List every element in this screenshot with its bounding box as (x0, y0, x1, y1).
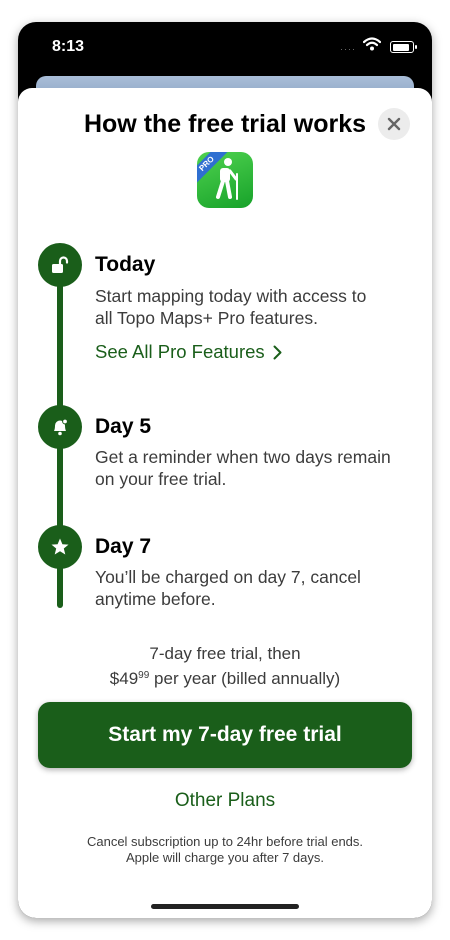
step-today-description: Start mapping today with access to all T… (95, 285, 425, 329)
step-today-line-2: all Topo Maps+ Pro features. (95, 308, 318, 328)
step-day5-badge (38, 405, 82, 449)
close-button[interactable] (378, 108, 410, 140)
pricing-line-1: 7-day free trial, then (149, 644, 301, 663)
see-all-pro-features-link[interactable]: See All Pro Features (95, 341, 282, 363)
pricing-line-2: $4999 per year (billed annually) (18, 665, 432, 690)
step-day7-description: You’ll be charged on day 7, cancel anyti… (95, 566, 425, 610)
fine-print-line-2: Apple will charge you after 7 days. (126, 850, 324, 865)
pricing-summary: 7-day free trial, then $4999 per year (b… (18, 643, 432, 690)
step-day7-line-1: You’ll be charged on day 7, cancel (95, 567, 361, 587)
see-all-pro-features-label: See All Pro Features (95, 341, 265, 362)
step-today-line-1: Start mapping today with access to (95, 286, 367, 306)
other-plans-link[interactable]: Other Plans (18, 790, 432, 812)
star-icon (51, 538, 69, 555)
home-indicator[interactable] (151, 904, 299, 909)
app-icon: PRO (197, 152, 253, 208)
step-day5-line-2: on your free trial. (95, 469, 227, 489)
trial-sheet: How the free trial works PRO Today Start… (18, 88, 432, 918)
step-today-title: Today (95, 253, 156, 276)
wifi-icon (362, 37, 382, 56)
battery-icon (390, 41, 417, 53)
status-time: 8:13 (52, 38, 85, 55)
price-cents: 99 (138, 670, 150, 681)
status-bar: 8:13 ···· (18, 22, 432, 72)
step-day7-badge (38, 525, 82, 569)
step-day7-title: Day 7 (95, 535, 152, 558)
close-icon (387, 117, 401, 131)
fine-print-line-1: Cancel subscription up to 24hr before tr… (86, 834, 364, 849)
step-today-badge (38, 243, 82, 287)
phone-screen: 8:13 ···· How the free trial works PRO T… (18, 22, 432, 918)
step-day5-title: Day 5 (95, 415, 152, 438)
start-free-trial-button[interactable]: Start my 7-day free trial (38, 702, 412, 768)
fine-print: Cancel subscription up to 24hr before tr… (18, 834, 432, 866)
bell-icon (54, 418, 68, 436)
step-day7-line-2: anytime before. (95, 589, 216, 609)
cellular-signal-icon: ···· (340, 44, 356, 54)
price-period: per year (billed annually) (154, 669, 341, 688)
sheet-title: How the free trial works (83, 110, 367, 138)
unlock-icon (52, 256, 69, 273)
hiker-icon (216, 158, 238, 200)
chevron-right-icon (273, 345, 282, 359)
price-dollars: $49 (109, 669, 139, 688)
step-day5-description: Get a reminder when two days remain on y… (95, 446, 425, 490)
step-day5-line-1: Get a reminder when two days remain (95, 447, 391, 467)
